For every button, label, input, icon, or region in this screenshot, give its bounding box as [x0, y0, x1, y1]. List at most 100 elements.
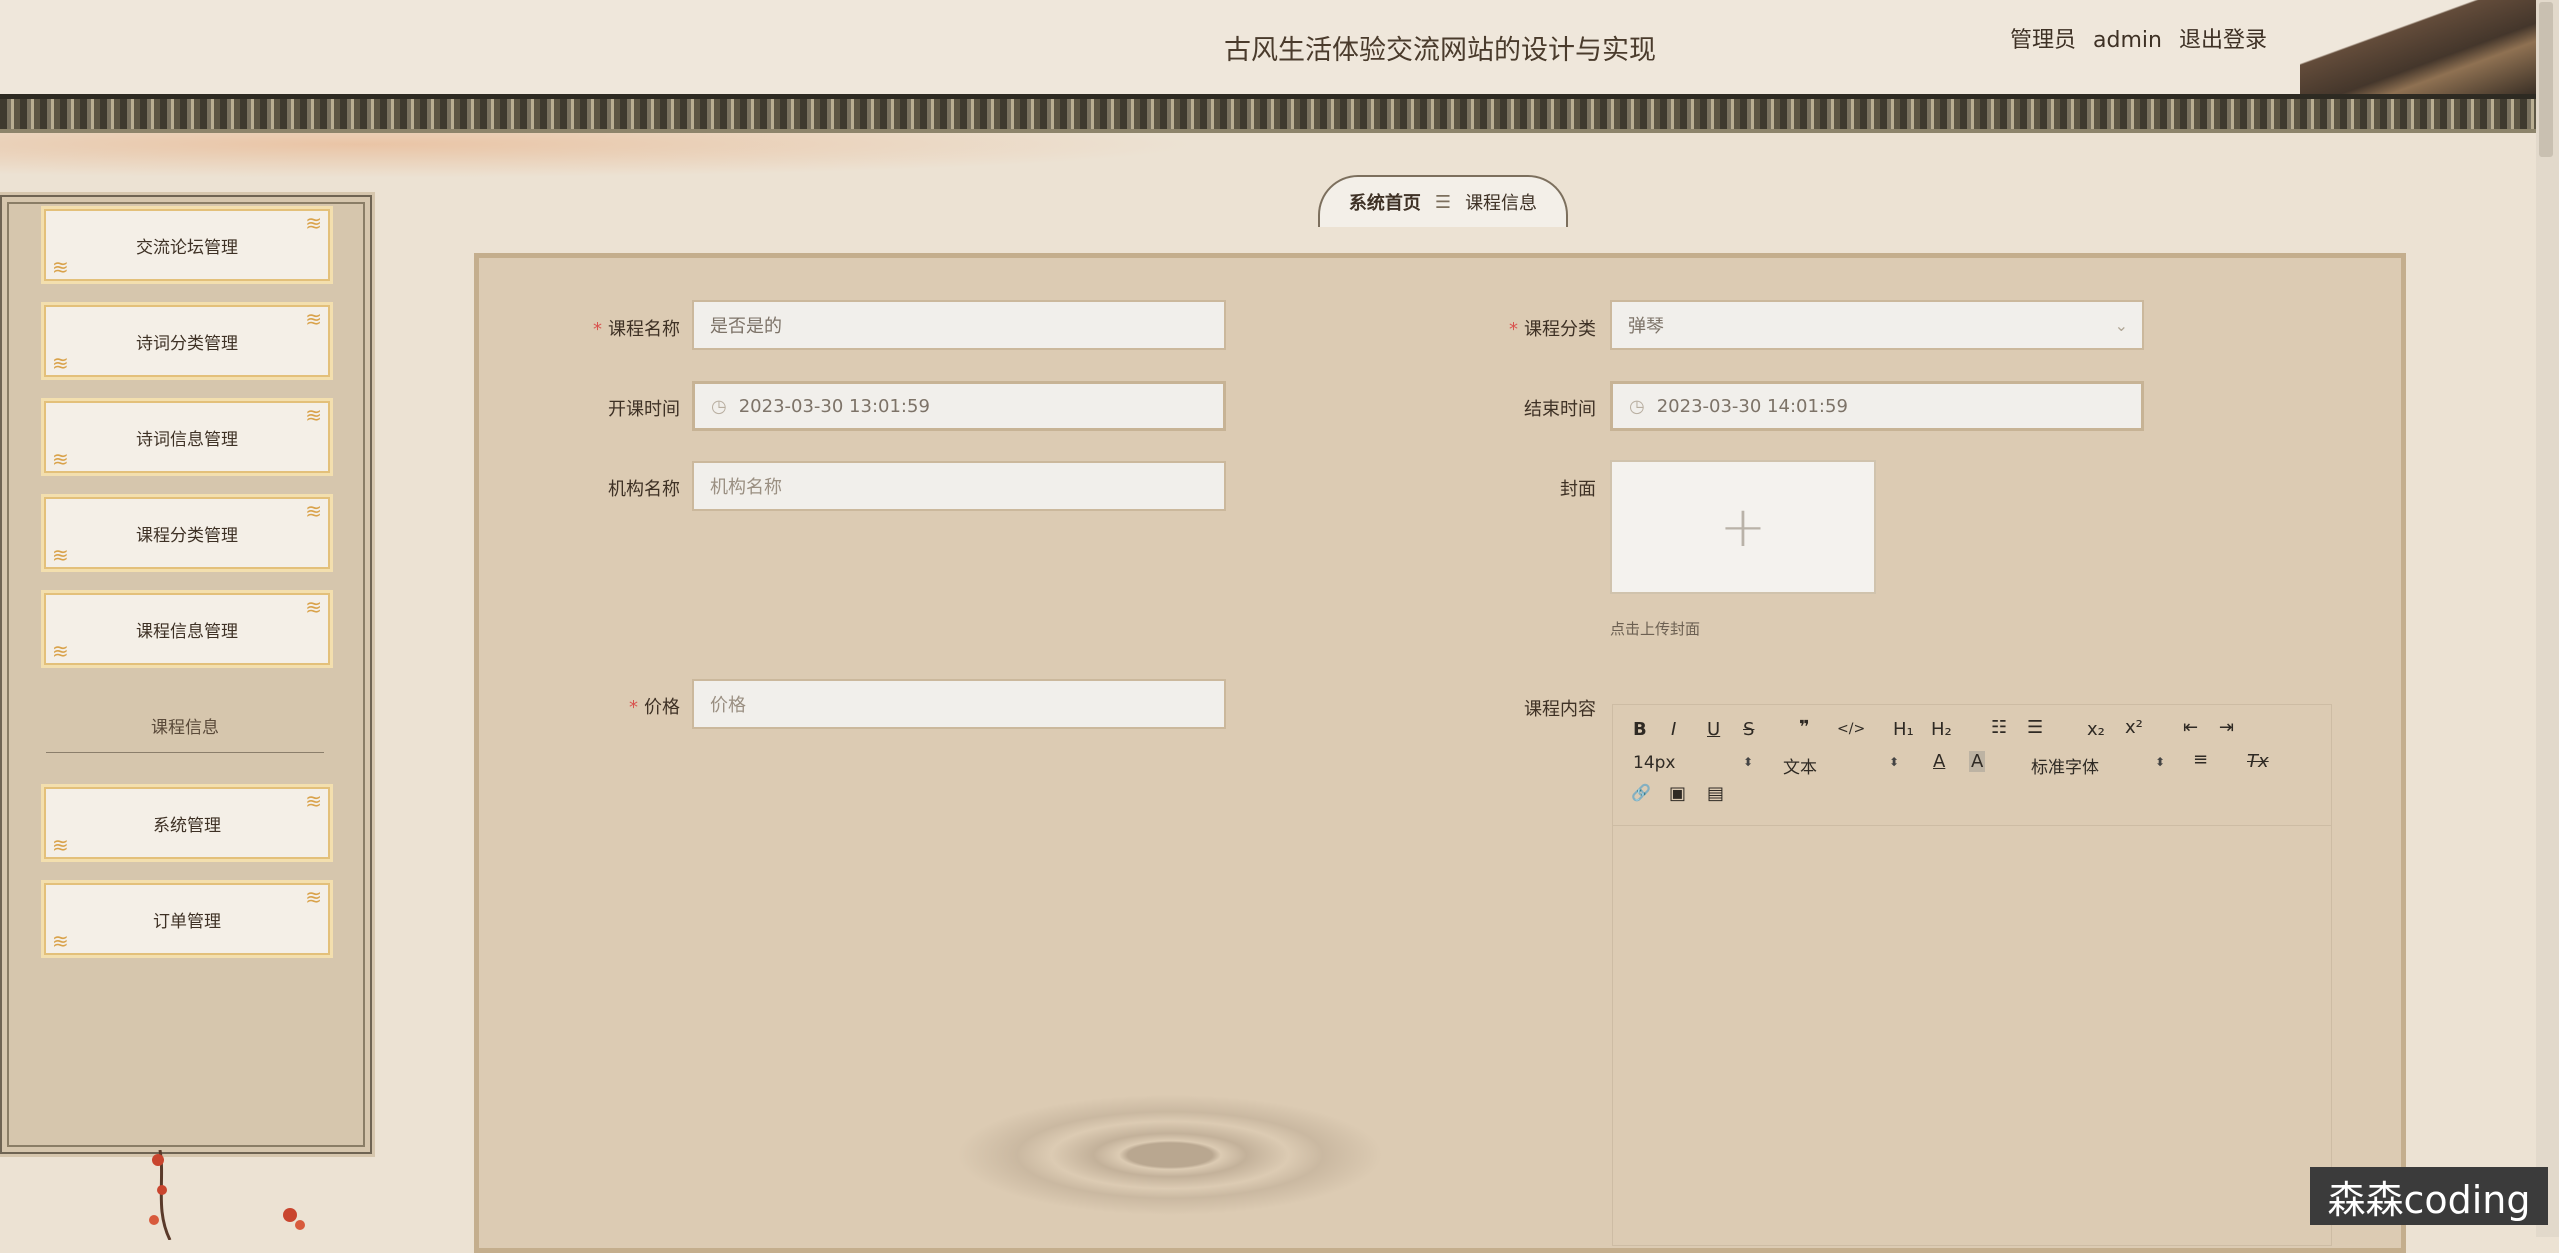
sidebar-section-label[interactable]: 课程信息 [0, 713, 370, 738]
start-time-value: 2023-03-30 13:01:59 [738, 395, 930, 417]
cloud-ornament-icon: ≋ [305, 403, 322, 427]
sidebar-item-system-management[interactable]: ≋ 系统管理 ≋ [44, 787, 330, 859]
course-name-label: * 课程名称 [593, 319, 680, 340]
user-area: 管理员 admin 退出登录 [2000, 22, 2267, 54]
breadcrumb-current: 课程信息 [1465, 193, 1538, 214]
strikethrough-button[interactable]: S [1743, 719, 1754, 740]
bold-button[interactable]: B [1633, 719, 1647, 740]
sidebar-item-label: 交流论坛管理 [136, 237, 238, 258]
sidebar-item-label: 订单管理 [153, 911, 221, 932]
username: admin [2093, 28, 2162, 53]
font-color-button[interactable]: A [1933, 751, 1945, 772]
background-color-button[interactable]: A [1969, 751, 1986, 772]
underline-button[interactable]: U [1707, 719, 1720, 740]
course-name-input[interactable]: 是否是的 [692, 300, 1226, 350]
sidebar-item-label: 课程分类管理 [136, 525, 238, 546]
course-category-label: * 课程分类 [1509, 319, 1596, 340]
code-block-button[interactable]: </> [1837, 721, 1865, 737]
align-button[interactable]: ≡ [2193, 749, 2208, 770]
link-button[interactable]: 🔗 [1631, 783, 1651, 802]
header-select-value: 文本 [1783, 758, 1817, 778]
cloud-ornament-icon: ≋ [52, 255, 69, 279]
bullet-list-button[interactable]: ☰ [2027, 717, 2043, 738]
plum-blossom-decoration [149, 1150, 305, 1240]
cloud-ornament-icon: ≋ [305, 595, 322, 619]
cloud-ornament-icon: ≋ [52, 543, 69, 567]
end-time-label: 结束时间 [1524, 399, 1596, 420]
course-category-value: 弹琴 [1628, 316, 1664, 337]
course-name-value: 是否是的 [710, 316, 782, 337]
end-time-picker[interactable]: ◷ 2023-03-30 14:01:59 [1610, 381, 2144, 431]
rich-text-editor: B I U S ❞ </> H₁ H₂ ☷ ☰ x₂ x² ⇤ ⇥ 14px ⬍ … [1612, 704, 2332, 1246]
font-size-select[interactable]: 14px ⬍ [1633, 753, 1753, 773]
sidebar-item-forum-management[interactable]: ≋ 交流论坛管理 ≋ [44, 209, 330, 281]
font-size-value: 14px [1633, 753, 1676, 773]
cloud-ornament-icon: ≋ [52, 447, 69, 471]
scrollbar-thumb[interactable] [2539, 2, 2553, 157]
course-category-select[interactable]: 弹琴 ⌄ [1610, 300, 2144, 350]
price-input[interactable]: 价格 [692, 679, 1226, 729]
select-arrows-icon: ⬍ [1889, 755, 1900, 769]
cloud-ornament-icon: ≋ [305, 307, 322, 331]
outdent-button[interactable]: ⇤ [2183, 717, 2198, 738]
header-1-button[interactable]: H₁ [1893, 719, 1914, 740]
blockquote-button[interactable]: ❞ [1799, 717, 1810, 738]
editor-content-area[interactable] [1613, 827, 2331, 1245]
menu-icon: ☰ [1434, 191, 1452, 213]
cloud-ornament-icon: ≋ [52, 639, 69, 663]
course-content-label: 课程内容 [1524, 699, 1596, 720]
sidebar-item-label: 诗词分类管理 [136, 333, 238, 354]
font-family-value: 标准字体 [2031, 758, 2099, 778]
sidebar-item-label: 系统管理 [153, 815, 221, 836]
video-button[interactable]: ▤ [1707, 783, 1724, 804]
select-arrows-icon: ⬍ [2155, 755, 2166, 769]
chevron-down-icon: ⌄ [2114, 315, 2128, 335]
sidebar-item-poem-info-management[interactable]: ≋ 诗词信息管理 ≋ [44, 401, 330, 473]
sidebar-item-poem-category-management[interactable]: ≋ 诗词分类管理 ≋ [44, 305, 330, 377]
water-ripple-decoration [870, 1070, 1470, 1240]
italic-button[interactable]: I [1671, 719, 1676, 740]
cover-label: 封面 [1560, 479, 1596, 500]
decorative-wash [0, 130, 1200, 178]
user-role: 管理员 [2010, 28, 2077, 53]
superscript-button[interactable]: x² [2125, 717, 2143, 738]
cloud-ornament-icon: ≋ [305, 499, 322, 523]
image-button[interactable]: ▣ [1669, 783, 1686, 804]
sidebar-item-label: 诗词信息管理 [136, 429, 238, 450]
cloud-ornament-icon: ≋ [305, 789, 322, 813]
cloud-ornament-icon: ≋ [52, 351, 69, 375]
sidebar-item-course-category-management[interactable]: ≋ 课程分类管理 ≋ [44, 497, 330, 569]
clear-format-button[interactable]: Tx [2247, 751, 2269, 772]
clock-icon: ◷ [711, 395, 727, 417]
watermark: 森森coding [2310, 1167, 2548, 1225]
sidebar-item-label: 课程信息管理 [136, 621, 238, 642]
font-family-select[interactable]: 标准字体 ⬍ [2031, 753, 2165, 778]
start-time-picker[interactable]: ◷ 2023-03-30 13:01:59 [692, 381, 1226, 431]
cover-upload-hint: 点击上传封面 [1610, 620, 1701, 638]
sidebar-item-course-info-management[interactable]: ≋ 课程信息管理 ≋ [44, 593, 330, 665]
end-time-value: 2023-03-30 14:01:59 [1656, 395, 1848, 417]
subscript-button[interactable]: x₂ [2087, 719, 2105, 740]
org-name-input[interactable]: 机构名称 [692, 461, 1226, 511]
ordered-list-button[interactable]: ☷ [1991, 717, 2007, 738]
sidebar-item-order-management[interactable]: ≋ 订单管理 ≋ [44, 883, 330, 955]
cover-upload-button[interactable]: + [1610, 460, 1876, 594]
cloud-ornament-icon: ≋ [305, 885, 322, 909]
cloud-ornament-icon: ≋ [52, 833, 69, 857]
editor-toolbar: B I U S ❞ </> H₁ H₂ ☷ ☰ x₂ x² ⇤ ⇥ 14px ⬍ … [1613, 705, 2331, 826]
header-select[interactable]: 文本 ⬍ [1783, 753, 1903, 778]
sidebar-divider [46, 752, 324, 753]
logout-link[interactable]: 退出登录 [2179, 28, 2267, 53]
breadcrumb-home[interactable]: 系统首页 [1349, 189, 1421, 215]
indent-button[interactable]: ⇥ [2219, 717, 2234, 738]
page-scrollbar[interactable] [2536, 0, 2559, 1237]
org-name-placeholder: 机构名称 [710, 477, 782, 498]
roof-tile-band [0, 94, 2540, 133]
clock-icon: ◷ [1629, 395, 1645, 417]
start-time-label: 开课时间 [608, 399, 680, 420]
price-label: * 价格 [629, 697, 680, 718]
select-arrows-icon: ⬍ [1743, 755, 1754, 769]
header-2-button[interactable]: H₂ [1931, 719, 1952, 740]
org-name-label: 机构名称 [608, 479, 680, 500]
sidebar: ≋ 交流论坛管理 ≋ ≋ 诗词分类管理 ≋ ≋ 诗词信息管理 ≋ ≋ 课程分类管… [0, 192, 375, 1157]
